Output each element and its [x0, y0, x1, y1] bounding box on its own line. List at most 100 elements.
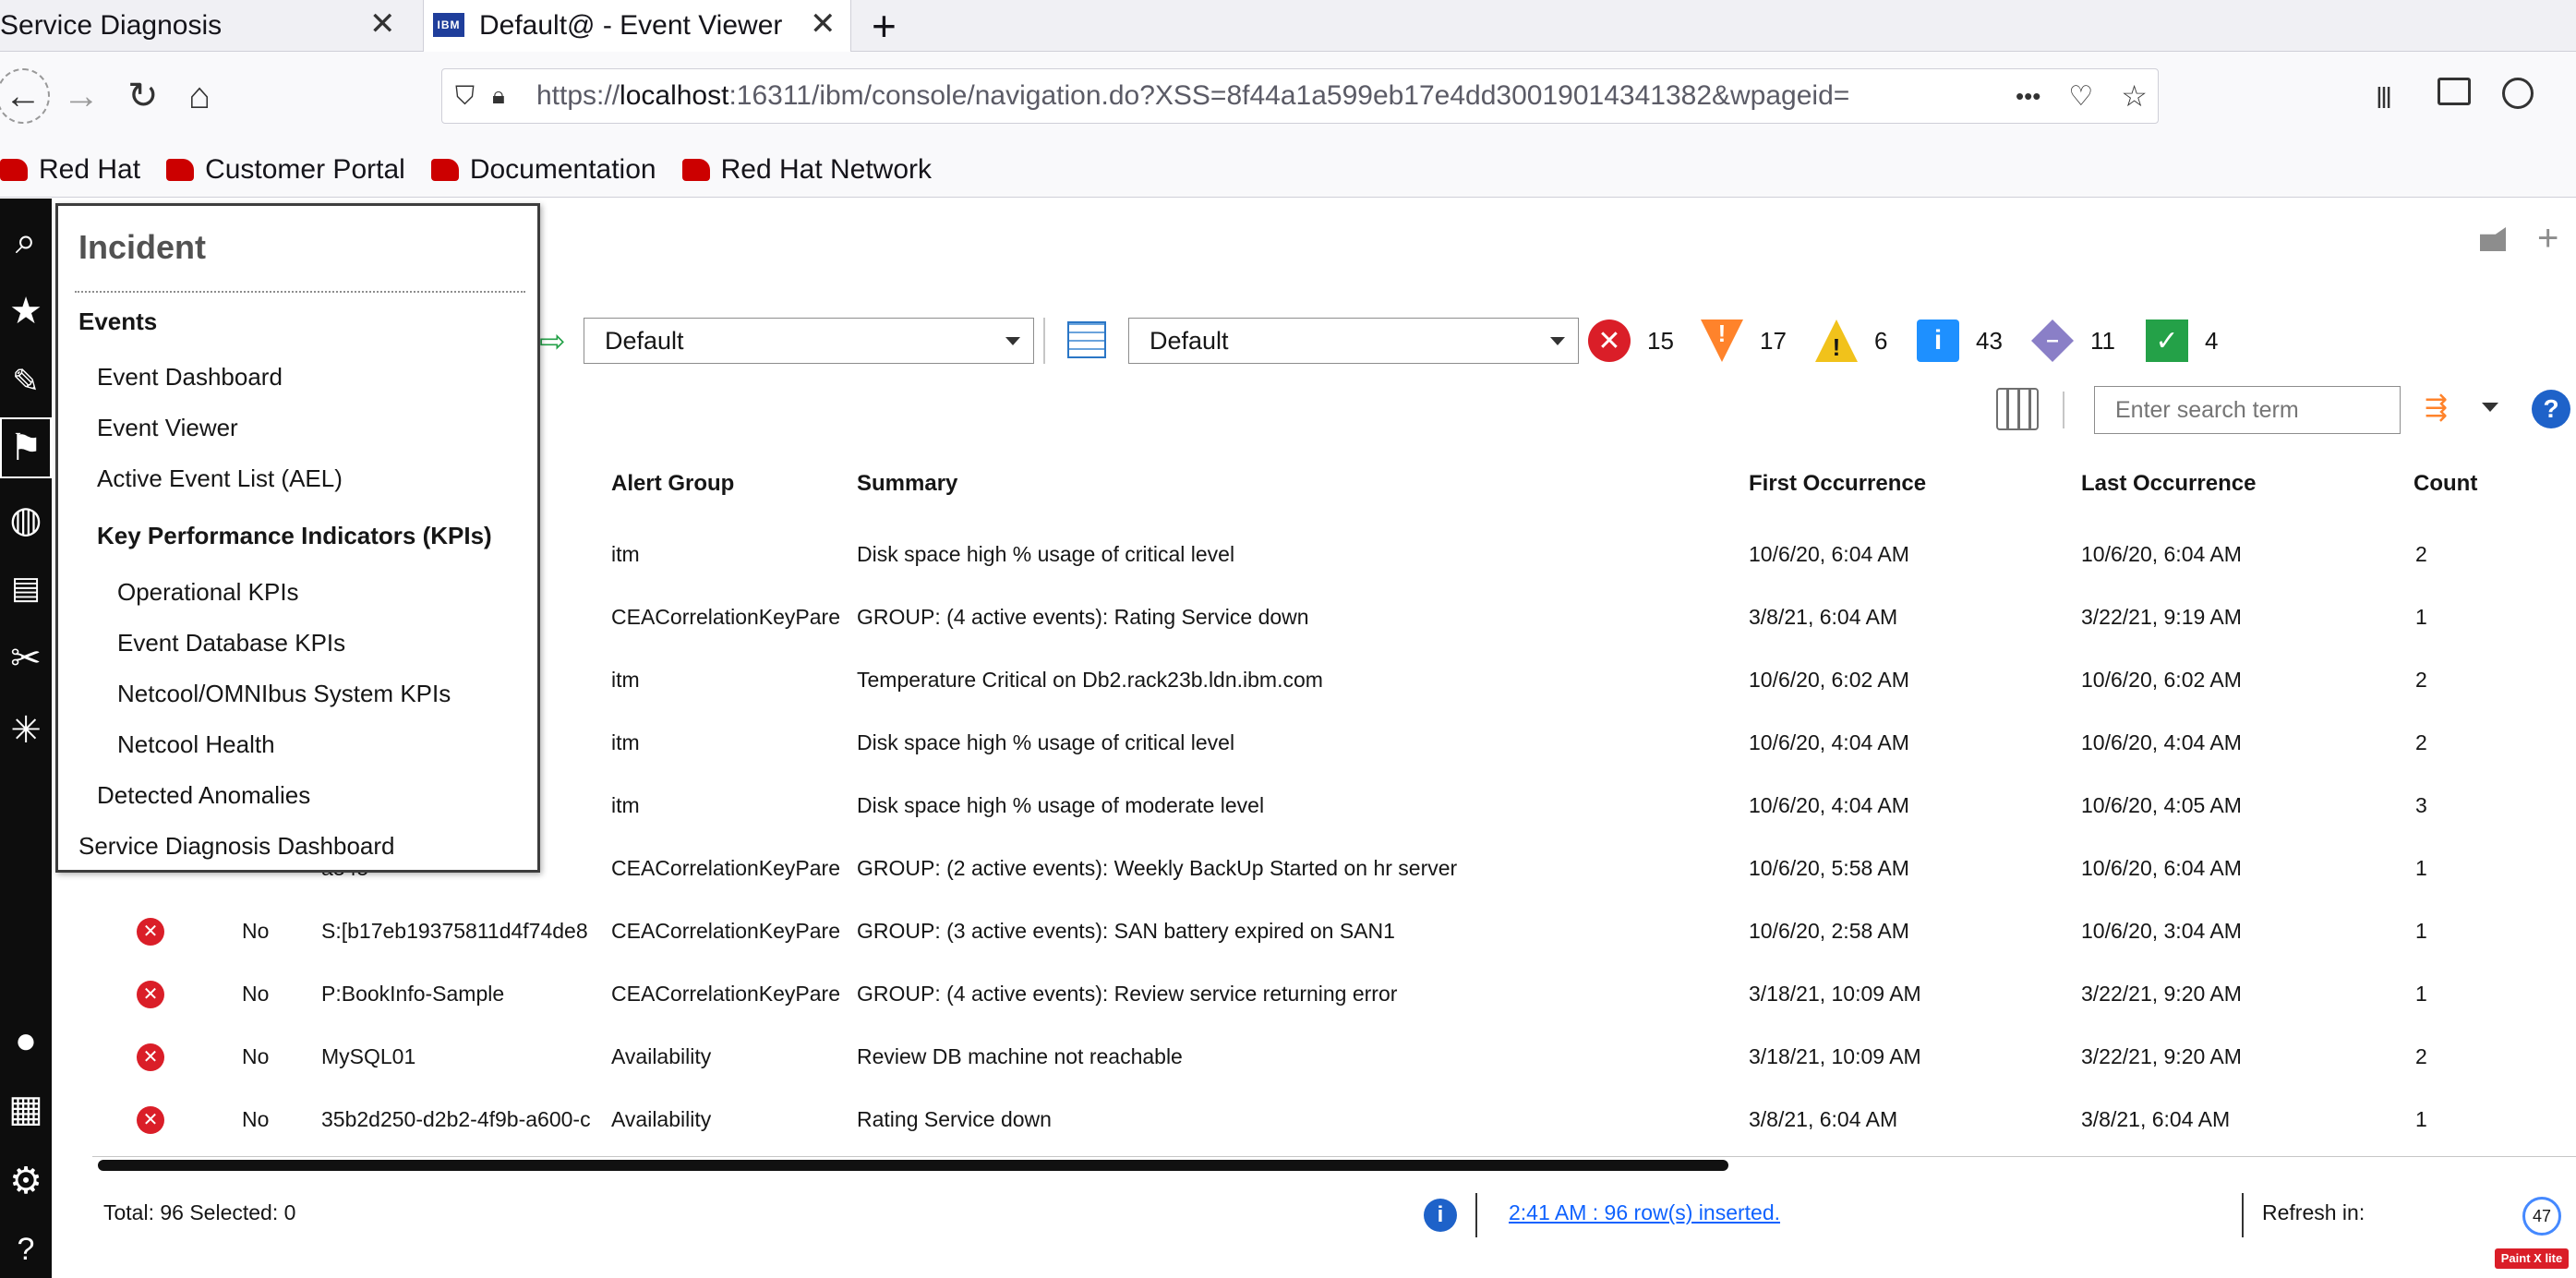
header-alert-group[interactable]: Alert Group	[611, 471, 734, 497]
forward-button[interactable]: →	[63, 70, 100, 122]
minimize-icon[interactable]	[2480, 227, 2506, 251]
settings-gear-icon[interactable]: ⚙	[0, 1151, 52, 1212]
sidebar-icon[interactable]	[2438, 78, 2471, 105]
menu-item-active-event-list[interactable]: Active Event List (AEL)	[97, 464, 343, 493]
cell-last: 10/6/20, 6:02 AM	[2081, 668, 2242, 692]
severity-warning-count[interactable]: i 43	[1917, 317, 2003, 365]
bookmark-red-hat[interactable]: Red Hat	[0, 154, 140, 186]
new-tab-button[interactable]: +	[872, 0, 909, 52]
filter-arrow-icon[interactable]: ⇨	[539, 323, 566, 360]
url-text[interactable]: https://localhost:16311/ibm/console/navi…	[536, 80, 2004, 112]
critical-count: 15	[1647, 326, 1674, 355]
cell-ack: No	[242, 919, 270, 943]
severity-minor-count[interactable]: ! 6	[1815, 317, 1887, 365]
footer-divider	[1475, 1193, 1477, 1237]
chevron-down-icon[interactable]	[2482, 403, 2498, 412]
tab-event-viewer[interactable]: IBM Default@ - Event Viewer ✕	[423, 0, 851, 52]
indeterminate-count: 11	[2090, 326, 2115, 355]
browser-tab-strip: Service Diagnosis ✕ IBM Default@ - Event…	[0, 0, 2576, 52]
info-icon[interactable]: i	[1424, 1199, 1457, 1232]
bookmark-customer-portal[interactable]: Customer Portal	[166, 154, 405, 186]
table-row[interactable]: ✕ No S:[b17eb19375811d4f74de8 CEACorrelatio…	[92, 899, 2576, 962]
header-summary[interactable]: Summary	[857, 471, 957, 497]
help-icon[interactable]: ?	[2532, 390, 2570, 428]
cell-last: 3/22/21, 9:20 AM	[2081, 1044, 2242, 1068]
tools-icon[interactable]: ✂	[0, 628, 52, 689]
menu-item-service-diagnosis-dashboard[interactable]: Service Diagnosis Dashboard	[78, 832, 395, 861]
library-icon[interactable]: 𝍫	[2377, 78, 2391, 127]
horizontal-scrollbar[interactable]	[98, 1160, 1728, 1171]
cell-last: 3/8/21, 6:04 AM	[2081, 1107, 2231, 1131]
menu-item-event-dashboard[interactable]: Event Dashboard	[97, 363, 283, 392]
menu-item-operational-kpis[interactable]: Operational KPIs	[117, 578, 299, 607]
status-message-link[interactable]: 2:41 AM : 96 row(s) inserted.	[1509, 1200, 1780, 1225]
grid-icon[interactable]: ▦	[0, 1079, 52, 1139]
header-first-occurrence[interactable]: First Occurrence	[1749, 471, 1926, 497]
lock-warning-icon[interactable]: 🔒︎	[492, 81, 536, 111]
refresh-label: Refresh in:	[2262, 1200, 2365, 1224]
account-icon[interactable]	[2502, 78, 2534, 109]
url-bar[interactable]: ⛉ 🔒︎ https://localhost:16311/ibm/console…	[441, 68, 2159, 124]
cell-ack: No	[242, 1107, 270, 1131]
filter-select[interactable]: Default	[584, 318, 1034, 364]
table-row[interactable]: ✕ No 35b2d250-d2b2-4f9b-a600-c Availability…	[92, 1088, 2576, 1151]
globe-icon[interactable]: ◍	[0, 489, 52, 550]
column-settings-icon[interactable]	[1996, 388, 2039, 430]
search-input[interactable]	[2094, 386, 2401, 434]
cell-count: 1	[2415, 605, 2427, 629]
search-icon[interactable]: ⌕	[0, 211, 52, 271]
major-count: 17	[1760, 326, 1787, 355]
bookmark-star-icon[interactable]: ☆	[2121, 78, 2148, 114]
shield-icon[interactable]: ⛉	[455, 81, 492, 112]
pocket-icon[interactable]: ♡	[2068, 80, 2093, 113]
home-button[interactable]: ⌂	[188, 70, 211, 122]
reload-button[interactable]: ↻	[127, 70, 159, 122]
cell-count: 1	[2415, 919, 2427, 943]
tab-service-diagnosis[interactable]: Service Diagnosis ✕	[0, 0, 414, 52]
table-row[interactable]: ✕ No MySQL01 Availability Review DB machine …	[92, 1025, 2576, 1088]
menu-item-event-database-kpis[interactable]: Event Database KPIs	[117, 629, 345, 657]
critical-severity-icon: ✕	[137, 981, 164, 1008]
severity-indeterminate-count[interactable]: – 11	[2031, 317, 2115, 365]
close-tab-icon[interactable]: ✕	[369, 6, 396, 42]
cell-summary: GROUP: (2 active events): Weekly BackUp …	[857, 856, 1458, 880]
cell-first: 3/18/21, 10:09 AM	[1749, 982, 1921, 1006]
bookmark-documentation[interactable]: Documentation	[430, 154, 656, 186]
cell-first: 10/6/20, 5:58 AM	[1749, 856, 1909, 880]
view-table-icon[interactable]	[1067, 321, 1106, 358]
menu-heading-events: Events	[78, 307, 158, 335]
header-last-occurrence[interactable]: Last Occurrence	[2081, 471, 2256, 497]
network-icon[interactable]: ✳	[0, 700, 52, 761]
severity-major-count[interactable]: ! 17	[1701, 317, 1787, 365]
dashboard-icon[interactable]: ▤	[0, 558, 52, 619]
page-actions-icon[interactable]: •••	[2016, 82, 2040, 111]
menu-item-detected-anomalies[interactable]: Detected Anomalies	[97, 781, 310, 810]
cell-first: 10/6/20, 6:02 AM	[1749, 668, 1909, 692]
cell-summary: Temperature Critical on Db2.rack23b.ldn.…	[857, 668, 1323, 692]
refresh-countdown-timer[interactable]: 47	[2522, 1197, 2561, 1236]
severity-clear-count[interactable]: ✓ 4	[2146, 317, 2218, 365]
help-icon[interactable]: ?	[0, 1219, 52, 1278]
bookmarks-bar: Red Hat Customer Portal Documentation Re…	[0, 142, 2576, 198]
view-select[interactable]: Default	[1128, 318, 1579, 364]
table-row[interactable]: ✕ No P:BookInfo-Sample CEACorrelationKeyPar…	[92, 962, 2576, 1025]
add-page-icon[interactable]: +	[2537, 218, 2558, 259]
menu-item-netcool-health[interactable]: Netcool Health	[117, 730, 275, 759]
warning-count: 43	[1976, 326, 2003, 355]
close-tab-icon[interactable]: ✕	[810, 6, 837, 42]
footer-divider	[2242, 1193, 2244, 1237]
filter-action-icon[interactable]: ⇶	[2425, 392, 2448, 424]
toolbar-divider	[2063, 392, 2064, 428]
user-icon[interactable]: ●	[0, 1010, 52, 1071]
bookmark-red-hat-network[interactable]: Red Hat Network	[681, 154, 932, 186]
user-edit-icon[interactable]: ✎	[0, 351, 52, 412]
incident-flag-icon[interactable]: ⚑	[0, 417, 52, 478]
favorites-star-icon[interactable]: ★	[0, 281, 52, 342]
menu-item-event-viewer[interactable]: Event Viewer	[97, 414, 238, 442]
cell-summary: GROUP: (4 active events): Review service…	[857, 982, 1398, 1006]
severity-critical-count[interactable]: ✕ 15	[1588, 317, 1674, 365]
menu-item-netcool-system-kpis[interactable]: Netcool/OMNIbus System KPIs	[117, 680, 451, 708]
cell-last: 10/6/20, 4:04 AM	[2081, 730, 2242, 754]
cell-summary: GROUP: (4 active events): Rating Service…	[857, 605, 1309, 629]
header-count[interactable]: Count	[2413, 471, 2477, 497]
